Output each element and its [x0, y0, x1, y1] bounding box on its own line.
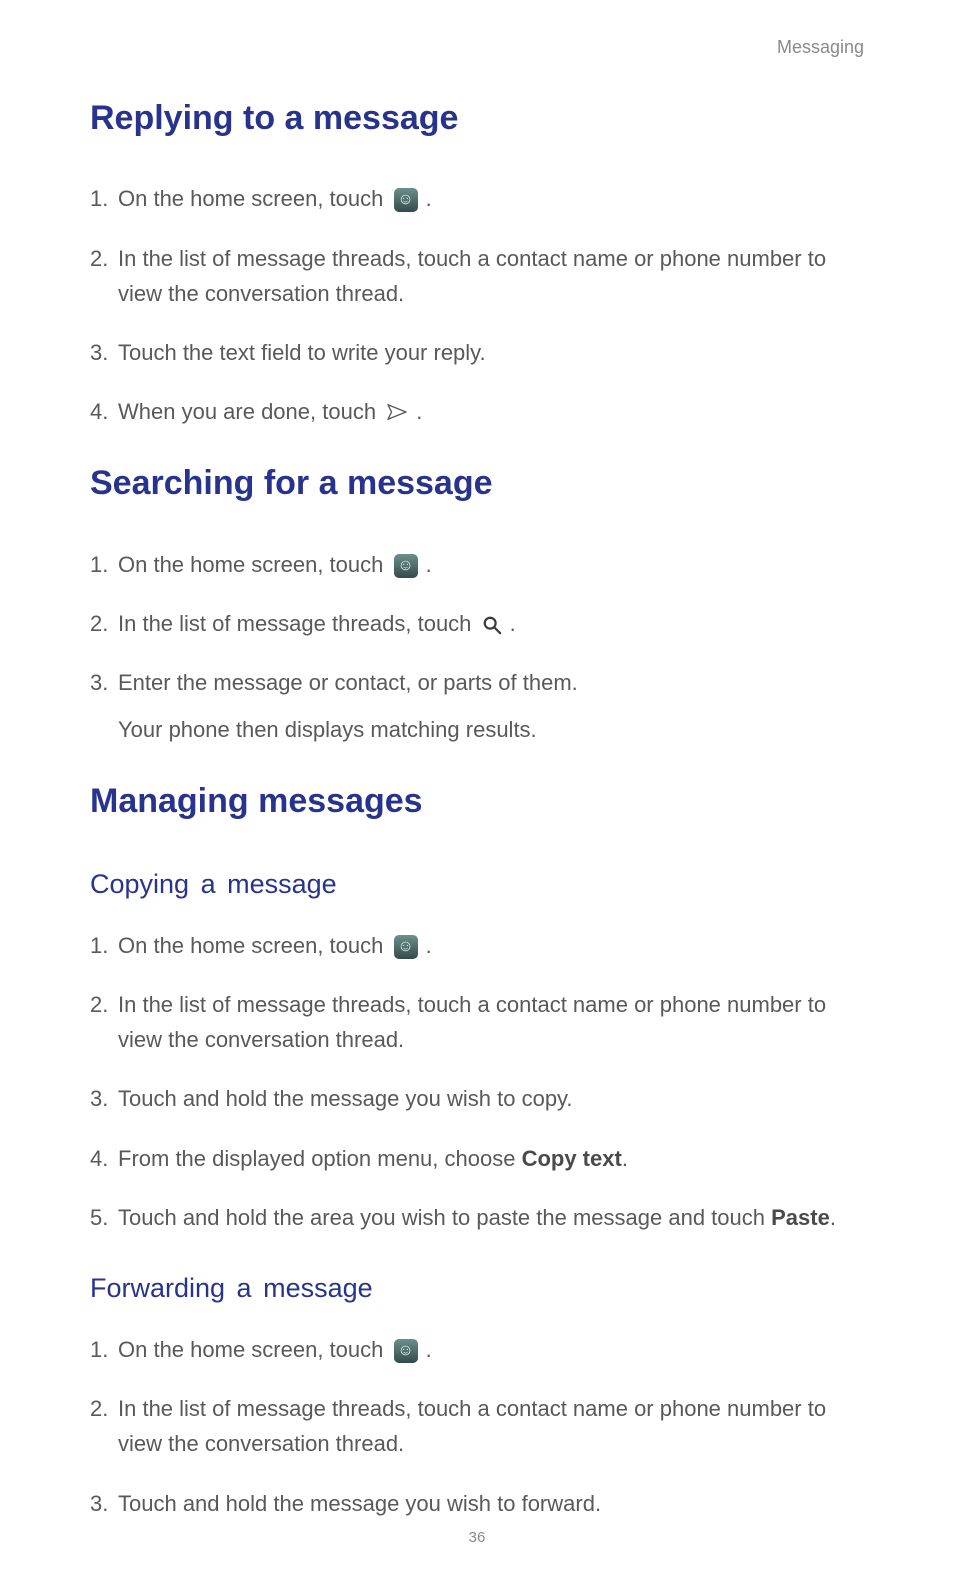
step-item: Enter the message or contact, or parts o…	[90, 665, 864, 747]
step-item: Touch the text field to write your reply…	[90, 335, 864, 370]
step-text-post: .	[426, 933, 432, 958]
step-text: Touch and hold the message you wish to f…	[118, 1491, 601, 1516]
step-text: In the list of message threads, touch	[118, 611, 478, 636]
messaging-app-icon	[394, 1339, 418, 1363]
steps-searching: On the home screen, touch . In the list …	[90, 547, 864, 748]
step-text: Touch and hold the message you wish to c…	[118, 1086, 573, 1111]
subheading-forwarding: Forwarding a message	[90, 1269, 864, 1308]
step-item: In the list of message threads, touch a …	[90, 241, 864, 311]
bold-text: Paste	[771, 1205, 830, 1230]
step-text: When you are done, touch	[118, 399, 382, 424]
step-text-post: .	[426, 1337, 432, 1362]
subheading-copying: Copying a message	[90, 865, 864, 904]
step-text-post: .	[510, 611, 516, 636]
step-item: On the home screen, touch .	[90, 1332, 864, 1367]
steps-copying: On the home screen, touch . In the list …	[90, 928, 864, 1235]
step-text: On the home screen, touch	[118, 1337, 390, 1362]
step-item: In the list of message threads, touch a …	[90, 987, 864, 1057]
messaging-app-icon	[394, 188, 418, 212]
step-text: On the home screen, touch	[118, 186, 390, 211]
step-text-post: .	[622, 1146, 628, 1171]
step-text-post: .	[830, 1205, 836, 1230]
heading-replying: Replying to a message	[90, 94, 864, 143]
step-text-post: .	[426, 552, 432, 577]
step-text: In the list of message threads, touch a …	[118, 1396, 826, 1456]
step-text: Enter the message or contact, or parts o…	[118, 670, 578, 695]
step-text: On the home screen, touch	[118, 552, 390, 577]
step-text-post: .	[426, 186, 432, 211]
steps-replying: On the home screen, touch . In the list …	[90, 181, 864, 429]
step-text: Touch the text field to write your reply…	[118, 340, 486, 365]
bold-text: Copy text	[522, 1146, 622, 1171]
step-extra-text: Your phone then displays matching result…	[118, 712, 864, 747]
step-text-post: .	[416, 399, 422, 424]
step-text: Touch and hold the area you wish to past…	[118, 1205, 771, 1230]
search-icon	[482, 615, 502, 635]
step-item: Touch and hold the message you wish to f…	[90, 1486, 864, 1521]
step-text: In the list of message threads, touch a …	[118, 992, 826, 1052]
step-item: In the list of message threads, touch .	[90, 606, 864, 641]
step-item: On the home screen, touch .	[90, 181, 864, 216]
steps-forwarding: On the home screen, touch . In the list …	[90, 1332, 864, 1521]
step-text: In the list of message threads, touch a …	[118, 246, 826, 306]
document-page: Messaging Replying to a message On the h…	[0, 0, 954, 1577]
step-item: When you are done, touch .	[90, 394, 864, 429]
page-number: 36	[0, 1527, 954, 1549]
step-text: On the home screen, touch	[118, 933, 390, 958]
step-item: Touch and hold the area you wish to past…	[90, 1200, 864, 1235]
step-item: Touch and hold the message you wish to c…	[90, 1081, 864, 1116]
step-item: From the displayed option menu, choose C…	[90, 1141, 864, 1176]
messaging-app-icon	[394, 935, 418, 959]
step-item: In the list of message threads, touch a …	[90, 1391, 864, 1461]
heading-searching: Searching for a message	[90, 459, 864, 508]
send-icon	[386, 403, 408, 421]
messaging-app-icon	[394, 554, 418, 578]
running-header: Messaging	[90, 34, 864, 60]
step-item: On the home screen, touch .	[90, 928, 864, 963]
step-text: From the displayed option menu, choose	[118, 1146, 522, 1171]
step-item: On the home screen, touch .	[90, 547, 864, 582]
heading-managing: Managing messages	[90, 777, 864, 826]
